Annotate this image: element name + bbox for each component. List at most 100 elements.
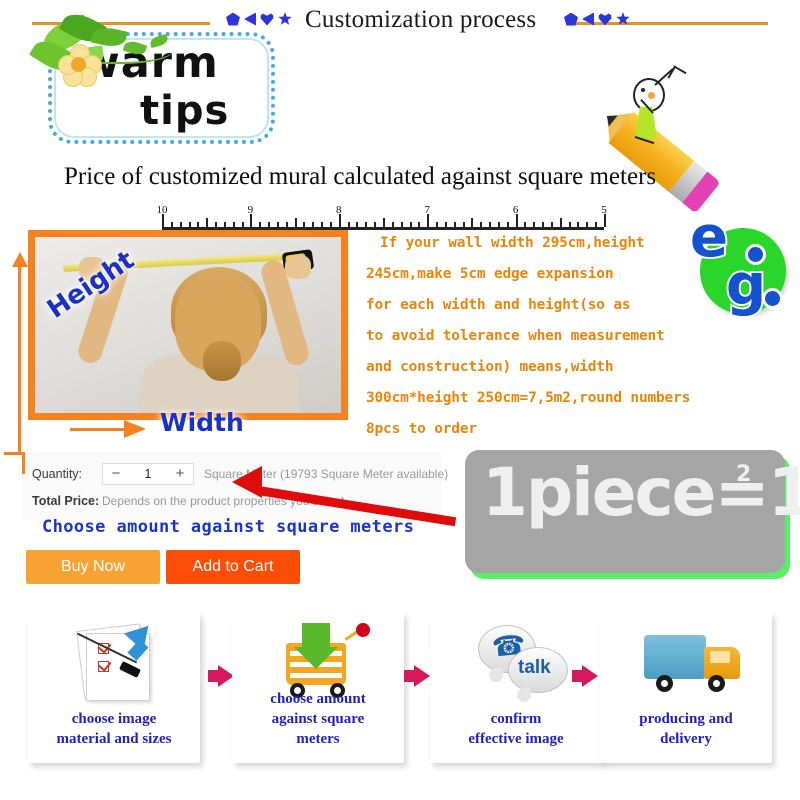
process-arrow-3-icon: [582, 665, 598, 687]
process-arrow-1-stem: [208, 670, 218, 682]
ruler-tick: [462, 222, 465, 227]
example-badge-dot-2: [762, 288, 783, 309]
example-paragraph-line: 300cm*height 250cm=7,5m2,round numbers: [366, 390, 691, 406]
ruler-tick: [197, 222, 200, 227]
ruler-tick: [453, 222, 456, 227]
ruler-tick: [383, 218, 385, 227]
add-to-cart-button[interactable]: Add to Cart: [166, 550, 300, 584]
process-step-3: ☎ talk confirm effective image: [430, 613, 602, 763]
headline-text: Price of customized mural calculated aga…: [64, 163, 657, 190]
buy-now-button[interactable]: Buy Now: [26, 550, 160, 584]
star-icon: [616, 12, 630, 25]
flower-leaves-decoration: [28, 7, 174, 104]
quantity-label: Quantity:: [32, 467, 83, 481]
header-deco-right: [564, 12, 630, 26]
ruler-tick: [303, 222, 306, 227]
ruler-tick: [595, 222, 598, 227]
ruler-tick: [188, 222, 191, 227]
ruler-label: 7: [424, 204, 430, 216]
panel-accent-bar: [22, 452, 25, 474]
red-pointer-arrow-icon: [232, 466, 262, 498]
example-badge-g: g: [726, 253, 767, 318]
page-title: Customization process: [305, 6, 537, 33]
example-badge-e: e: [690, 205, 728, 270]
shopping-cart-icon: [232, 621, 404, 698]
ruler-label: 5: [601, 204, 607, 216]
ruler-tick: [533, 222, 536, 227]
process-step-1-caption: choose image material and sizes: [56, 711, 172, 747]
ruler-tick: [444, 222, 447, 227]
ruler-tick: [436, 222, 439, 227]
right-arrow-icon: [124, 420, 146, 438]
ruler-tick: [559, 218, 562, 227]
ruler-tick: [550, 222, 553, 227]
header-deco-left: [226, 12, 292, 26]
pentagon-icon: [226, 12, 240, 26]
delivery-truck-icon: [600, 621, 772, 695]
vertical-axis-line: [18, 262, 21, 454]
process-step-3-caption: confirm effective image: [468, 711, 564, 747]
choose-amount-note: Choose amount against square meters: [42, 517, 415, 537]
heart-icon: [598, 13, 612, 26]
ruler-label: 6: [512, 204, 519, 216]
up-arrow-icon: [12, 252, 28, 267]
ruler-tick: [241, 222, 244, 227]
ruler-tick: [206, 218, 209, 227]
ruler-tick: [568, 222, 571, 227]
wall-measuring-photo: [28, 230, 348, 420]
ruler-tick: [586, 222, 589, 227]
ruler-tick: [232, 222, 235, 227]
ruler-graphic: 10 9 8 7 6 5: [157, 204, 607, 230]
stick-figure-icon: [615, 65, 687, 148]
ruler-tick: [329, 222, 332, 227]
ruler-tick: [471, 218, 474, 227]
ruler-tick: [391, 222, 394, 227]
ruler-tick: [409, 222, 412, 227]
process-arrow-3-stem: [572, 670, 582, 682]
ruler-tick: [365, 222, 368, 227]
process-step-4: producing and delivery: [600, 613, 772, 763]
ruler-tick: [285, 222, 288, 227]
ruler-tick: [480, 222, 483, 227]
ruler-tick: [294, 218, 297, 227]
ruler-tick: [276, 222, 279, 227]
ruler-tick: [170, 222, 173, 227]
ruler-tick: [489, 222, 492, 227]
ruler-tick: [542, 222, 545, 227]
example-paragraph-line: and construction) means,width: [366, 359, 614, 375]
triangle-icon: [582, 12, 594, 26]
ruler-tick: [577, 222, 580, 227]
ruler-tick: [524, 222, 527, 227]
process-step-2: choose amount against square meters: [232, 613, 404, 763]
ruler-tick: [179, 222, 182, 227]
ruler-tick: [418, 222, 421, 227]
star-icon: [278, 12, 292, 25]
right-arrow-shaft: [70, 428, 130, 431]
process-steps: choose image material and sizes choose am…: [0, 605, 800, 775]
process-step-4-caption: producing and delivery: [639, 711, 733, 747]
ruler-tick: [400, 222, 403, 227]
promo-banner: Customization process warm tips Price of…: [0, 0, 800, 800]
process-arrow-2-icon: [414, 665, 430, 687]
process-arrow-2-stem: [404, 670, 414, 682]
quantity-stepper[interactable]: − 1 +: [102, 463, 194, 485]
ruler-tick: [347, 222, 350, 227]
document-checklist-icon: [28, 617, 200, 701]
pentagon-icon: [564, 12, 578, 26]
ruler-tick: [497, 222, 500, 227]
ruler-label: 9: [247, 204, 254, 216]
ruler-tick: [321, 222, 324, 227]
heart-icon: [260, 13, 274, 26]
triangle-icon: [244, 12, 256, 26]
quantity-decrease-button[interactable]: −: [103, 464, 129, 484]
ruler-label: 10: [156, 204, 168, 216]
example-paragraph-line: to avoid tolerance when measurement: [366, 328, 665, 344]
quantity-increase-button[interactable]: +: [167, 464, 193, 484]
ruler-label: 8: [336, 204, 342, 216]
width-label: Width: [160, 408, 244, 437]
ruler-tick: [223, 222, 226, 227]
quantity-value[interactable]: 1: [129, 467, 167, 481]
ruler-tick: [268, 222, 271, 227]
ruler-tick: [259, 222, 262, 227]
talk-label: talk: [518, 657, 551, 678]
